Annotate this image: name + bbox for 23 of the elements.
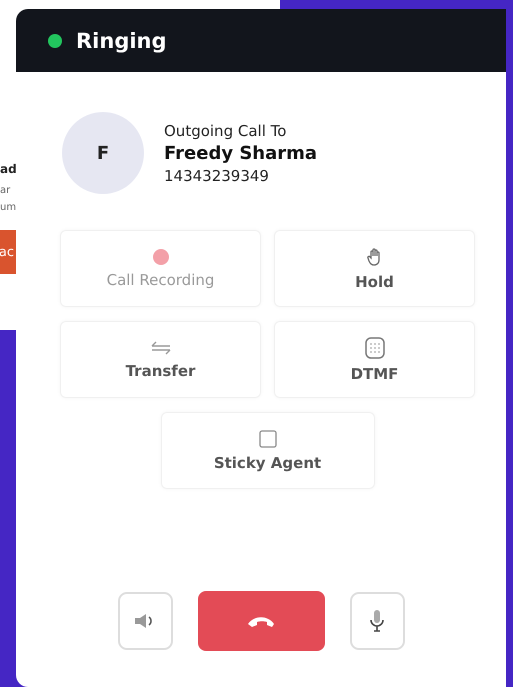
- checkbox-icon: [258, 430, 276, 448]
- call-status: Ringing: [76, 28, 167, 52]
- status-dot-icon: [48, 34, 62, 48]
- feature-button[interactable]: Sticky Agent: [160, 412, 374, 489]
- background-text: ad: [0, 162, 17, 176]
- speaker-button[interactable]: [118, 592, 172, 650]
- background-text: um: [0, 202, 16, 213]
- keypad-icon: [364, 336, 384, 358]
- phone-hang-up-icon: [247, 615, 275, 627]
- microphone-icon: [369, 609, 385, 633]
- hang-up-button[interactable]: [198, 591, 324, 651]
- caller-number: 14343239349: [164, 166, 270, 184]
- call-caption: Outgoing Call To: [164, 122, 288, 140]
- background-text: ar: [0, 185, 10, 196]
- record-dot-icon: [152, 248, 168, 264]
- feature-button[interactable]: Hold: [274, 230, 475, 307]
- swap-arrows-icon: [150, 340, 172, 356]
- avatar: F: [62, 112, 144, 194]
- feature-button[interactable]: Transfer: [60, 321, 261, 398]
- caller-name: Freedy Sharma: [164, 142, 318, 164]
- hand-icon: [366, 246, 382, 266]
- feature-button[interactable]: DTMF: [274, 321, 475, 398]
- microphone-button[interactable]: [350, 592, 404, 650]
